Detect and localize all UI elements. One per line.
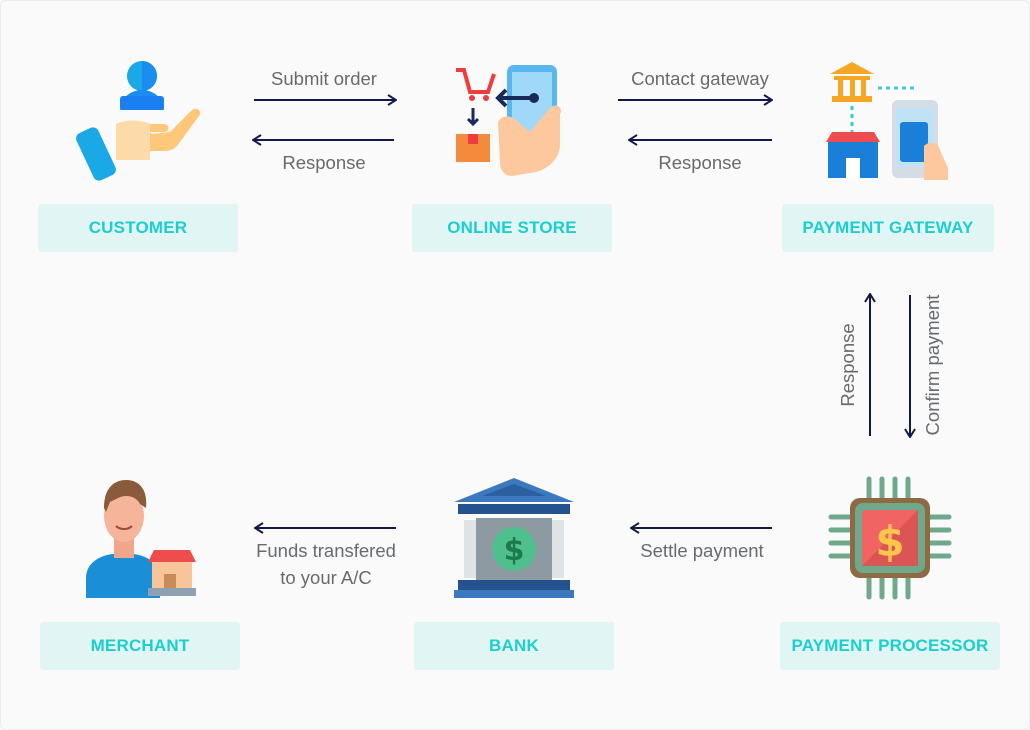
node-customer: CUSTOMER [38,204,238,252]
node-merchant: MERCHANT [40,622,240,670]
funds-transfer-label-line1: Funds transfered [256,540,396,561]
arrows [0,0,1030,730]
store-response-label: Response [282,152,366,173]
node-bank: BANK [414,622,614,670]
node-payment-processor: PAYMENT PROCESSOR [780,622,1000,670]
node-payment-gateway: PAYMENT GATEWAY [782,204,994,252]
submit-order-label: Submit order [271,68,377,89]
confirm-payment-label: Confirm payment [922,294,943,436]
processor-response-label: Response [837,323,858,407]
contact-gateway-label: Contact gateway [631,68,769,89]
gateway-response-label: Response [658,152,742,173]
node-online-store: ONLINE STORE [412,204,612,252]
settle-payment-label: Settle payment [640,540,764,561]
funds-transfer-label-line2: to your A/C [280,567,372,588]
